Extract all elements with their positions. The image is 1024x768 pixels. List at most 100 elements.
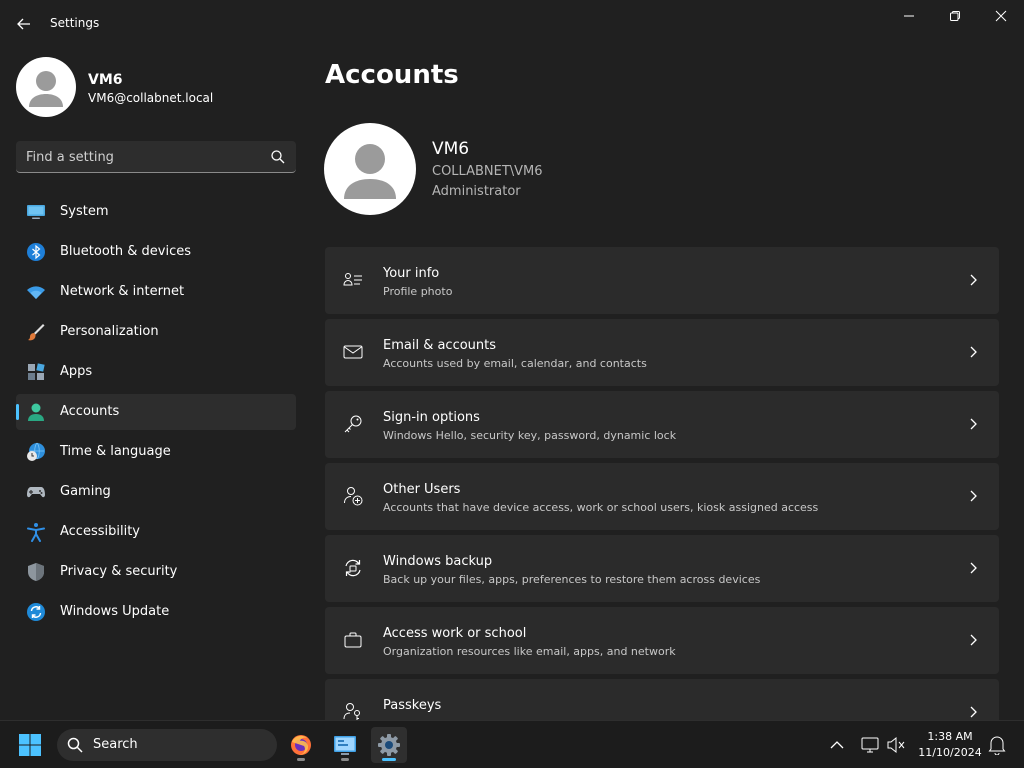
person-add-icon — [344, 487, 363, 506]
card-subtitle: Profile photo — [383, 285, 453, 298]
sidebar-item-label: Network & internet — [60, 284, 185, 299]
sidebar-item-accessibility[interactable]: Accessibility — [16, 514, 296, 550]
apps-icon — [28, 363, 45, 380]
taskbar-search[interactable]: Search — [57, 729, 277, 761]
taskbar: Search 1:38 AM 11/10/2024 — [0, 720, 1024, 768]
sidebar-item-windows-update[interactable]: Windows Update — [16, 594, 296, 630]
card-title: Email & accounts — [383, 338, 497, 353]
key-icon — [344, 415, 362, 433]
account-domain: COLLABNET\VM6 — [432, 164, 543, 179]
sidebar-item-bluetooth[interactable]: Bluetooth & devices — [16, 234, 296, 270]
card-subtitle: Back up your files, apps, preferences to… — [383, 573, 761, 586]
account-name: VM6 — [432, 139, 470, 159]
card-title: Passkeys — [383, 698, 442, 713]
card-title: Sign-in options — [383, 410, 480, 425]
user-avatar-icon — [344, 144, 396, 199]
card-title: Other Users — [383, 482, 461, 497]
taskbar-indicator — [341, 758, 349, 761]
card-subtitle: Organization resources like email, apps,… — [383, 645, 676, 658]
minimize-button[interactable] — [886, 0, 932, 32]
card-subtitle: Accounts used by email, calendar, and co… — [383, 357, 647, 370]
close-icon — [995, 10, 1007, 22]
person-card-icon — [343, 273, 362, 286]
card-title: Your info — [383, 266, 440, 281]
card-title: Windows backup — [383, 554, 493, 569]
card-sign-in-options[interactable]: Sign-in options Windows Hello, security … — [325, 391, 999, 458]
firefox-icon — [291, 735, 311, 755]
sidebar-profile[interactable]: VM6 VM6@collabnet.local — [16, 57, 296, 117]
sidebar-item-personalization[interactable]: Personalization — [16, 314, 296, 350]
sidebar-item-label: Personalization — [60, 324, 159, 339]
card-windows-backup[interactable]: Windows backup Back up your files, apps,… — [325, 535, 999, 602]
card-email-accounts[interactable]: Email & accounts Accounts used by email,… — [325, 319, 999, 386]
sidebar-item-time-language[interactable]: Time & language — [16, 434, 296, 470]
sidebar-item-apps[interactable]: Apps — [16, 354, 296, 390]
sidebar-item-system[interactable]: System — [16, 194, 296, 230]
sidebar-item-label: Accounts — [60, 404, 120, 419]
card-subtitle: Accounts that have device access, work o… — [383, 501, 819, 514]
taskbar-indicator — [382, 758, 396, 761]
sidebar-item-label: Gaming — [60, 484, 111, 499]
account-avatar[interactable] — [324, 123, 416, 215]
windows-start-icon[interactable] — [18, 733, 42, 757]
settings-search[interactable] — [16, 141, 296, 173]
taskbar-app-firefox[interactable] — [283, 727, 319, 763]
close-button[interactable] — [978, 0, 1024, 32]
wifi-icon — [27, 286, 45, 299]
taskbar-app-settings[interactable] — [371, 727, 407, 763]
chevron-right-icon — [970, 634, 977, 646]
sidebar-item-label: Windows Update — [60, 604, 170, 619]
search-icon — [67, 737, 83, 753]
notification-bell-icon[interactable] — [988, 735, 1006, 755]
restore-icon — [950, 11, 960, 21]
chevron-right-icon — [970, 346, 977, 358]
update-icon — [27, 603, 45, 621]
shield-icon — [28, 563, 44, 581]
search-icon[interactable] — [270, 149, 286, 165]
clock-time: 1:38 AM — [927, 730, 973, 743]
app-title: Settings — [50, 16, 100, 30]
briefcase-icon — [344, 632, 362, 648]
minimize-icon — [904, 15, 914, 17]
taskbar-app-control-panel[interactable] — [327, 727, 363, 763]
search-input[interactable] — [26, 147, 266, 167]
maximize-button[interactable] — [932, 0, 978, 32]
sidebar-item-privacy-security[interactable]: Privacy & security — [16, 554, 296, 590]
card-access-work-school[interactable]: Access work or school Organization resou… — [325, 607, 999, 674]
clock-date: 11/10/2024 — [918, 746, 982, 759]
settings-gear-icon — [378, 734, 400, 756]
sidebar-item-network[interactable]: Network & internet — [16, 274, 296, 310]
back-arrow-icon — [17, 18, 30, 30]
sidebar-item-label: Apps — [60, 364, 93, 379]
gamepad-icon — [27, 487, 45, 498]
globe-clock-icon — [27, 442, 45, 461]
chevron-right-icon — [970, 490, 977, 502]
volume-muted-icon[interactable] — [886, 735, 906, 755]
chevron-right-icon — [970, 418, 977, 430]
bluetooth-icon — [27, 243, 45, 261]
chevron-up-icon[interactable] — [829, 737, 845, 753]
card-passkeys[interactable]: Passkeys — [325, 679, 999, 720]
settings-cards: Your info Profile photo Email & accounts… — [325, 247, 999, 720]
card-your-info[interactable]: Your info Profile photo — [325, 247, 999, 314]
taskbar-indicator — [297, 758, 305, 761]
passkey-icon — [343, 703, 360, 720]
brush-icon — [28, 324, 45, 341]
chevron-right-icon — [970, 706, 977, 718]
chevron-right-icon — [970, 274, 977, 286]
taskbar-search-label: Search — [93, 737, 138, 752]
accessibility-icon — [27, 523, 45, 542]
sidebar-nav: System Bluetooth & devices Network & int… — [16, 194, 296, 634]
account-header: VM6 COLLABNET\VM6 Administrator — [324, 123, 724, 215]
sidebar-item-label: Accessibility — [60, 524, 140, 539]
sidebar-item-label: System — [60, 204, 109, 219]
taskbar-clock[interactable]: 1:38 AM 11/10/2024 — [912, 729, 988, 761]
sidebar-item-accounts[interactable]: Accounts — [16, 394, 296, 430]
sidebar-item-gaming[interactable]: Gaming — [16, 474, 296, 510]
network-icon[interactable] — [860, 735, 880, 755]
back-button[interactable] — [12, 12, 36, 36]
mail-icon — [343, 345, 363, 359]
account-role: Administrator — [432, 184, 521, 199]
card-other-users[interactable]: Other Users Accounts that have device ac… — [325, 463, 999, 530]
card-title: Access work or school — [383, 626, 527, 641]
